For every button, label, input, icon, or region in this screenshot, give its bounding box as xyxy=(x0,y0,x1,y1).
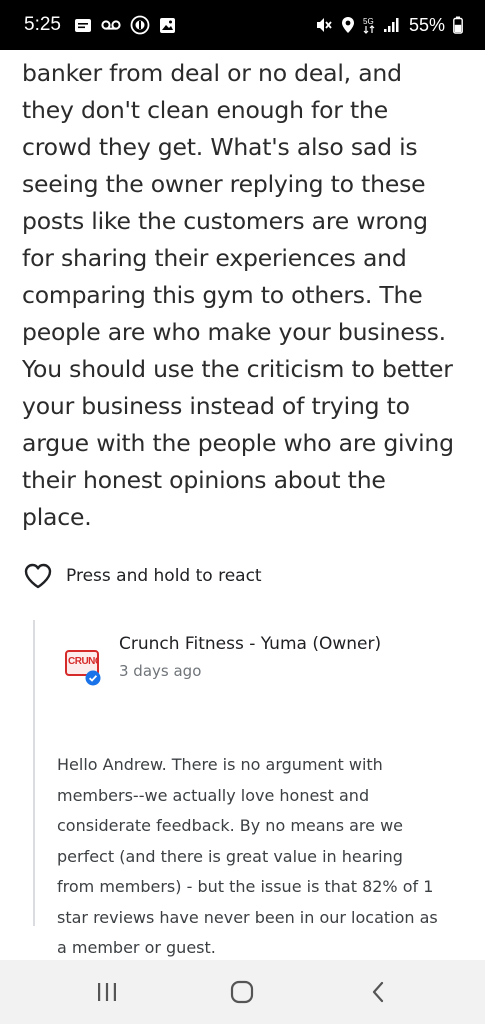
status-time: 5:25 xyxy=(24,14,61,35)
owner-reply: CRUNCH Crunch Fitness - Yuma (Owner) 3 d… xyxy=(33,620,453,957)
signal-icon xyxy=(383,17,401,33)
reply-line: considerate feedback. By no means are we xyxy=(57,816,403,835)
message-icon xyxy=(74,18,92,33)
reply-line: from members) - but the issue is that 82… xyxy=(57,877,434,896)
review-line: comparing this gym to others. The xyxy=(22,281,423,309)
review-line: banker from deal or no deal, and xyxy=(22,59,402,87)
review-line: posts like the customers are wrong xyxy=(22,207,428,235)
owner-avatar[interactable]: CRUNCH xyxy=(63,648,105,690)
svg-text:5G: 5G xyxy=(363,17,374,26)
heart-icon[interactable] xyxy=(24,563,52,589)
owner-reply-text: Hello Andrew. There is no argument with … xyxy=(57,750,442,960)
owner-info: Crunch Fitness - Yuma (Owner) 3 days ago xyxy=(119,632,381,690)
status-bar: 5:25 5G 55% xyxy=(0,0,485,50)
status-left: 5:25 xyxy=(24,14,176,36)
react-button[interactable]: Press and hold to react xyxy=(24,563,262,589)
review-line: seeing the owner replying to these xyxy=(22,170,426,198)
review-line: crowd they get. What's also sad is xyxy=(22,133,418,161)
back-icon xyxy=(370,981,386,1003)
home-icon xyxy=(230,980,254,1004)
recents-button[interactable] xyxy=(87,978,127,1006)
owner-reply-date: 3 days ago xyxy=(119,662,202,680)
battery-icon xyxy=(453,16,463,34)
back-button[interactable] xyxy=(358,978,398,1006)
reply-line: members--we actually love honest and xyxy=(57,785,370,805)
sync-icon xyxy=(130,15,150,35)
verified-icon xyxy=(85,670,101,691)
reply-line: Hello Andrew. There is no argument with xyxy=(57,755,383,774)
battery-percent: 55% xyxy=(408,14,445,35)
reply-line: star reviews have never been in our loca… xyxy=(57,907,438,927)
review-line: You should use the criticism to better xyxy=(22,355,453,383)
review-line: place. xyxy=(22,503,92,531)
voicemail-icon xyxy=(101,19,121,31)
review-text: banker from deal or no deal, and they do… xyxy=(22,55,472,536)
review-line: they don't clean enough for the xyxy=(22,96,389,124)
reply-line: perfect (and there is great value in hea… xyxy=(57,846,403,866)
location-icon xyxy=(341,16,355,34)
reply-line: a member or guest. xyxy=(57,938,216,957)
data-icon: 5G xyxy=(363,16,375,34)
review-content: banker from deal or no deal, and they do… xyxy=(0,50,485,960)
home-button[interactable] xyxy=(222,978,262,1006)
review-line: your business instead of trying to xyxy=(22,392,410,420)
image-icon xyxy=(159,17,176,34)
review-line: argue with the people who are giving xyxy=(22,429,454,457)
mute-icon xyxy=(315,17,333,33)
owner-header: CRUNCH Crunch Fitness - Yuma (Owner) 3 d… xyxy=(63,632,381,690)
navigation-bar xyxy=(0,960,485,1024)
recents-icon xyxy=(96,982,118,1002)
status-right: 5G 55% xyxy=(315,15,463,36)
react-label: Press and hold to react xyxy=(66,566,262,586)
review-line: people are who make your business. xyxy=(22,318,446,346)
review-line: their honest opinions about the xyxy=(22,466,386,494)
review-line: for sharing their experiences and xyxy=(22,244,407,272)
owner-name[interactable]: Crunch Fitness - Yuma (Owner) xyxy=(119,634,381,654)
logo-text: CRUNCH xyxy=(68,656,97,667)
